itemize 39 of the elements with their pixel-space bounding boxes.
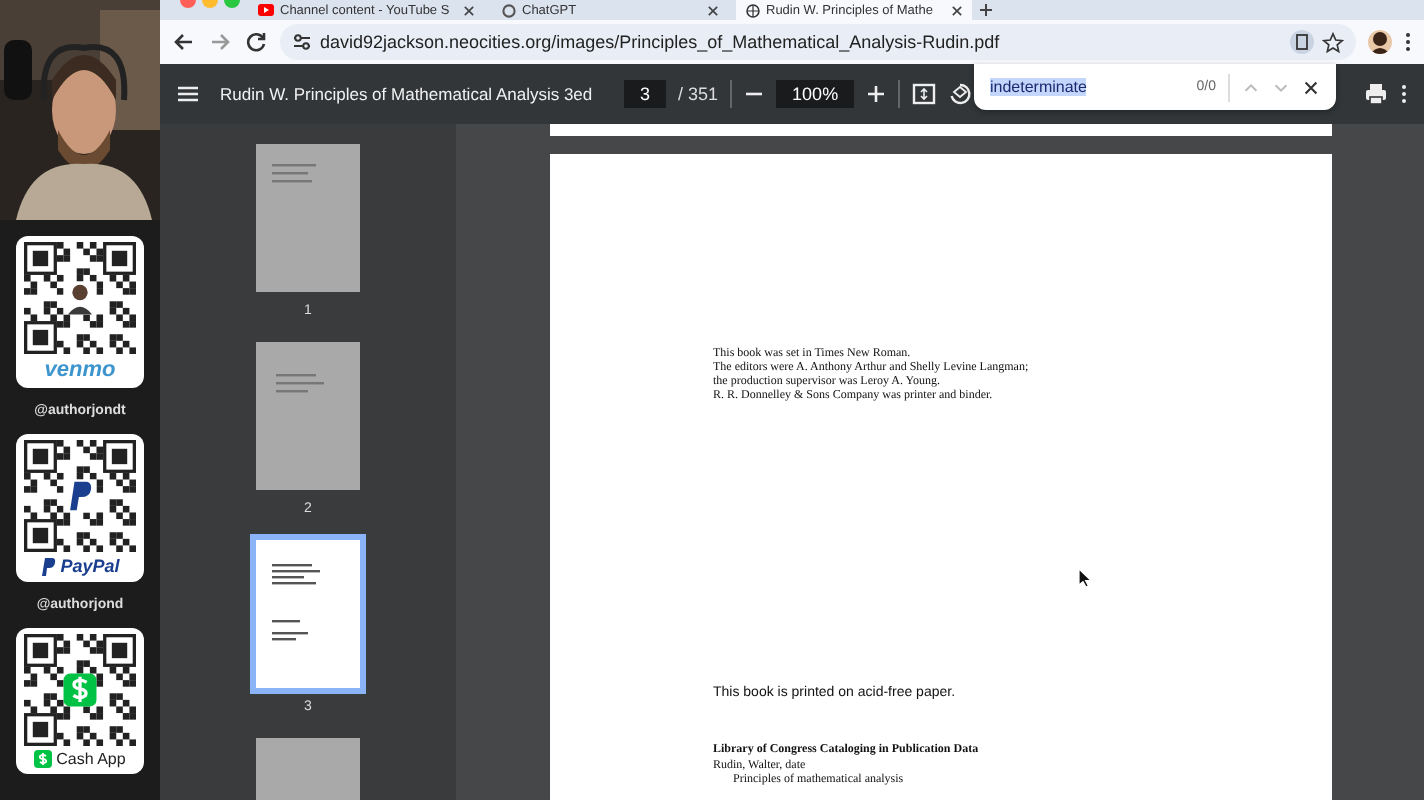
page-thumbnail[interactable] (256, 540, 360, 688)
menu-icon[interactable] (176, 82, 200, 106)
close-icon[interactable] (464, 5, 474, 15)
page-thumbnail[interactable] (256, 342, 360, 490)
page-input[interactable]: 3 (624, 80, 667, 108)
qr-code-icon (24, 634, 136, 746)
page-count: / 351 (678, 84, 719, 104)
brand-label: venmo (44, 356, 116, 386)
zoom-in-icon[interactable] (866, 82, 887, 106)
avatar-icon[interactable] (1368, 30, 1392, 54)
globe-icon (746, 3, 760, 17)
new-tab-icon[interactable] (980, 4, 992, 16)
reload-icon[interactable] (244, 30, 268, 54)
star-icon[interactable] (1322, 31, 1344, 53)
qr-code-icon (24, 440, 136, 552)
document-title: Rudin W. Principles of Mathematical Analysis 3ed (220, 84, 595, 104)
sliders-icon[interactable] (292, 32, 312, 52)
brand-label: Cash App (56, 750, 126, 768)
search-field[interactable]: indeterminate (990, 78, 1087, 96)
print-icon[interactable] (1364, 82, 1388, 106)
dollar-icon (34, 750, 53, 768)
brand-label: PayPal (60, 556, 120, 576)
fit-page-icon[interactable] (912, 82, 937, 106)
document-icon[interactable] (1290, 30, 1314, 54)
zoom-input[interactable]: 100% (776, 80, 855, 108)
p-logo-icon (40, 557, 57, 575)
back-icon[interactable] (172, 30, 196, 54)
play-icon (258, 4, 274, 16)
close-icon[interactable] (708, 5, 718, 15)
more-icon[interactable] (1404, 30, 1412, 54)
url-text: david92jackson.neocities.org/images/Principles_of_Mathematical_Analysis-Rudin.pdf (320, 32, 1002, 52)
page-thumbnail[interactable] (256, 144, 360, 292)
forward-icon[interactable] (208, 30, 232, 54)
qr-code-icon (24, 242, 136, 354)
cursor-icon (1077, 568, 1091, 588)
more-icon[interactable] (1400, 82, 1408, 106)
address-bar[interactable]: david92jackson.neocities.org/images/Principles_of_Mathematical_Analysis-Rudin.pdf (280, 24, 1356, 60)
rotate-icon[interactable] (948, 82, 973, 106)
close-icon[interactable] (952, 5, 962, 15)
